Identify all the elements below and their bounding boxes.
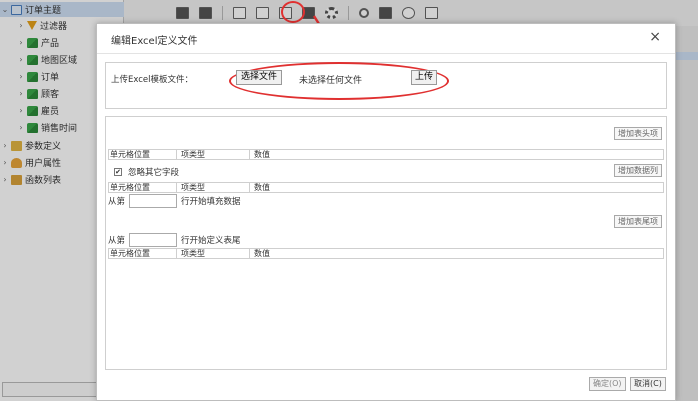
upload-label: 上传Excel模板文件： [111,75,194,85]
from-label: 从第 [108,236,126,246]
column-header: 项类型 [181,150,205,159]
column-header: 单元格位置 [110,150,150,159]
dialog-title: 编辑Excel定义文件 [111,36,198,47]
add-footer-item-button[interactable]: 增加表尾项 [614,215,662,228]
column-header: 单元格位置 [110,183,150,192]
ignore-other-fields-option[interactable]: ✔ 忽略其它字段 [114,166,179,178]
header-items-grid: 单元格位置 项类型 数值 [108,149,664,160]
no-file-chosen-text: 未选择任何文件 [299,76,363,86]
column-divider [249,150,250,159]
column-divider [176,183,177,192]
footer-start-row-input[interactable] [129,233,178,247]
definition-config-section: 增加表头项 单元格位置 项类型 数值 ✔ 忽略其它字段 增加数据列 单元格位置 … [105,116,667,370]
ignore-other-fields-checkbox[interactable]: ✔ [114,168,122,176]
upload-button[interactable]: 上传 [411,70,438,85]
column-header: 单元格位置 [110,249,150,258]
edit-excel-definition-dialog: 编辑Excel定义文件 × 上传Excel模板文件： 选择文件 未选择任何文件 … [96,23,676,401]
from-label: 从第 [108,197,126,207]
highlight-ring-annotation [281,1,305,23]
column-header: 数值 [254,183,270,192]
column-header: 项类型 [181,183,205,192]
data-start-row-input[interactable] [129,194,178,208]
checkbox-label: 忽略其它字段 [128,168,180,178]
data-columns-grid: 单元格位置 项类型 数值 [108,182,664,193]
column-divider [176,249,177,258]
choose-file-button[interactable]: 选择文件 [236,70,283,85]
data-start-row: 从第 行开始填充数据 [108,194,241,208]
close-icon[interactable]: × [649,29,661,45]
footer-items-grid: 单元格位置 项类型 数值 [108,248,664,259]
cancel-button[interactable]: 取消(C) [630,377,666,391]
upload-section: 上传Excel模板文件： 选择文件 未选择任何文件 上传 [105,62,667,109]
add-header-item-button[interactable]: 增加表头项 [614,127,662,140]
column-header: 数值 [254,249,270,258]
footer-start-row: 从第 行开始定义表尾 [108,233,241,247]
column-divider [249,249,250,258]
ok-button[interactable]: 确定(O) [589,377,626,391]
column-header: 数值 [254,150,270,159]
from-suffix: 行开始定义表尾 [181,236,241,246]
from-suffix: 行开始填充数据 [181,197,241,207]
column-divider [249,183,250,192]
add-data-column-button[interactable]: 增加数据列 [614,164,662,177]
title-divider [97,53,675,54]
column-divider [176,150,177,159]
column-header: 项类型 [181,249,205,258]
